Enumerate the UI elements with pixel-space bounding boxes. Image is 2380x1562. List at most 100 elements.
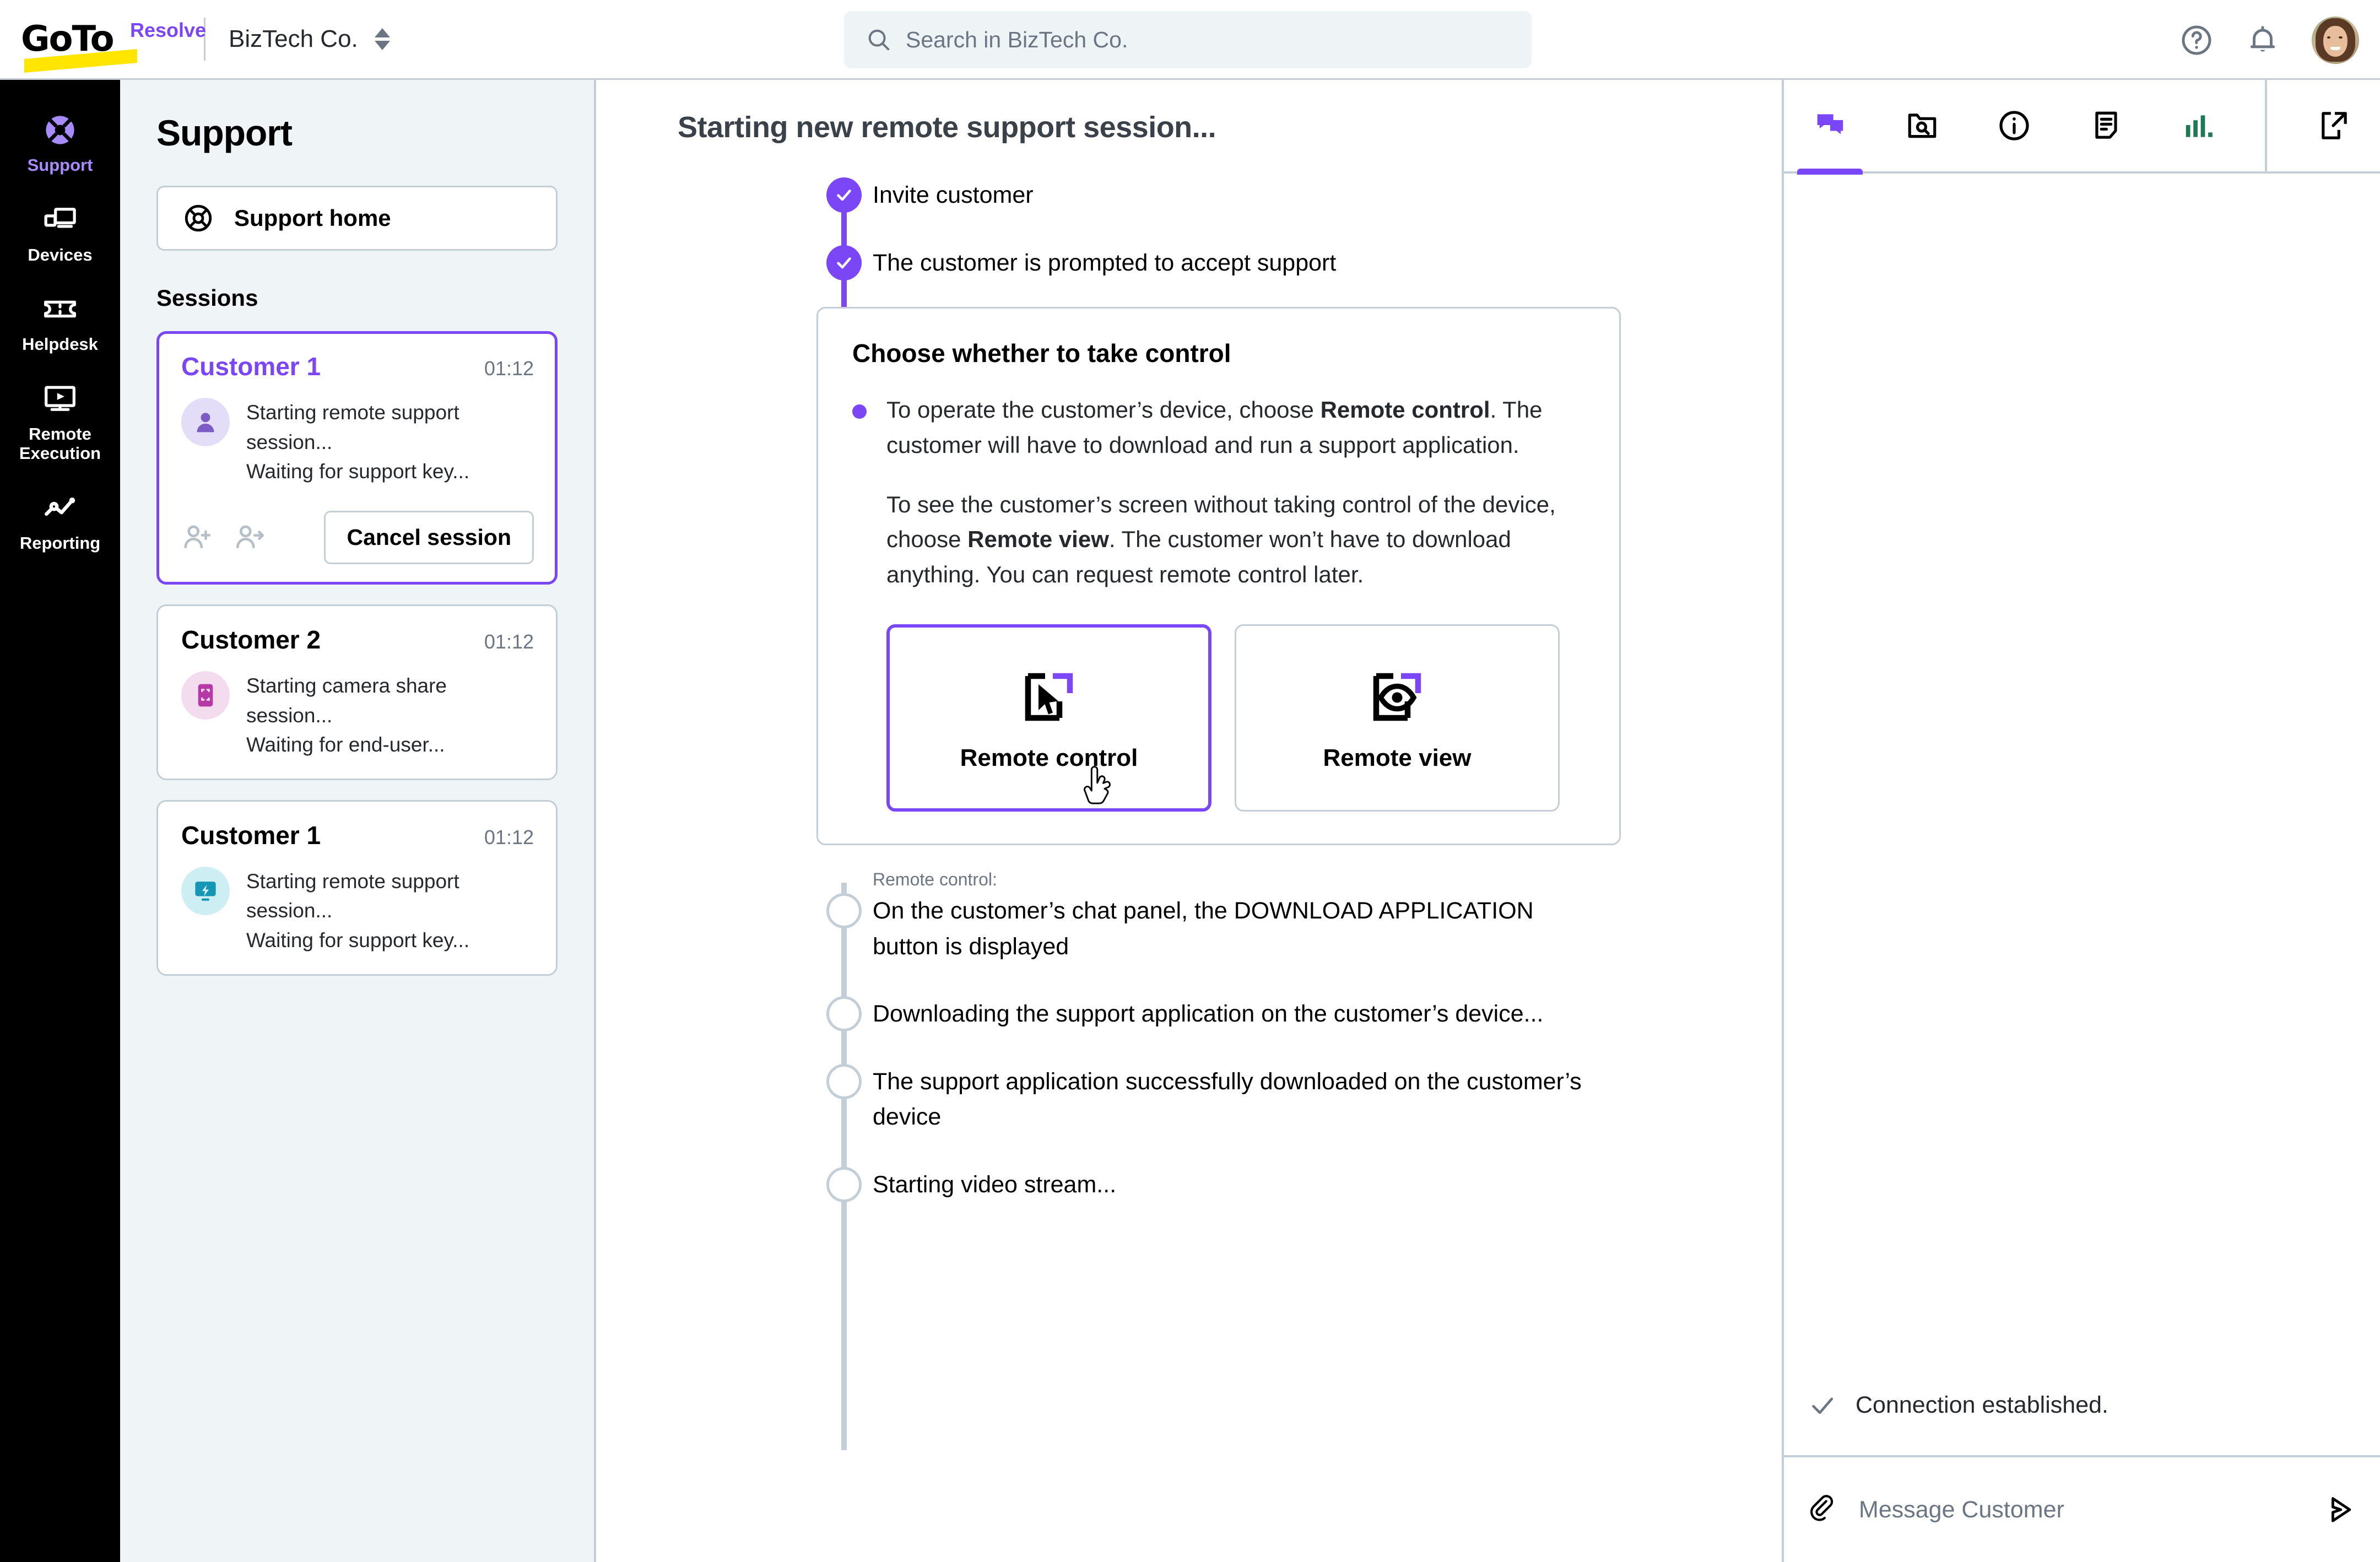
sidebar-item-reporting[interactable]: Reporting xyxy=(0,478,120,567)
timeline-dot-completed xyxy=(826,177,862,213)
timeline-dot-pending xyxy=(826,996,862,1031)
question-circle-icon[interactable] xyxy=(2179,23,2214,57)
logo-goto-text: GoTo xyxy=(21,19,113,60)
chevron-up-icon xyxy=(375,28,390,37)
file-search-icon xyxy=(1905,109,1939,143)
remote-control-option[interactable]: Remote control xyxy=(886,624,1211,812)
session-avatar xyxy=(181,671,230,720)
session-card[interactable]: Customer 1 01:12 Starting remote support… xyxy=(156,800,558,976)
timeline-step-pending: Downloading the support application on t… xyxy=(596,996,1782,1032)
dialog-paragraph-2: To see the customer’s screen without tak… xyxy=(886,487,1585,592)
main-content: Starting new remote support session... I… xyxy=(594,80,1784,1562)
sidebar-item-devices[interactable]: Devices xyxy=(0,190,120,279)
sessions-panel: Support Support home Sessions Customer 1… xyxy=(120,80,594,1562)
sidebar-item-remote-execution[interactable]: Remote Execution xyxy=(0,369,120,477)
session-card-header: Customer 2 01:12 xyxy=(181,625,534,655)
chevron-down-icon xyxy=(375,41,390,50)
message-input[interactable]: Message Customer xyxy=(1859,1496,2304,1523)
session-card-active[interactable]: Customer 1 01:12 Starting remote support… xyxy=(156,331,558,585)
timeline-dot-pending xyxy=(826,1167,862,1202)
topbar-actions xyxy=(2179,0,2359,80)
sidebar-item-label: Reporting xyxy=(20,534,100,553)
chat-message-list: Connection established. xyxy=(1784,174,2380,1457)
avatar-eye-right xyxy=(2339,36,2343,39)
timeline-dot-pending xyxy=(826,1064,862,1099)
support-home-button[interactable]: Support home xyxy=(156,186,558,251)
session-status-line-1: Starting remote support session... xyxy=(246,398,534,457)
tab-files[interactable] xyxy=(1876,79,1968,172)
timeline-step-label: The customer is prompted to accept suppo… xyxy=(873,245,1336,281)
session-status-line-2: Waiting for support key... xyxy=(246,926,534,955)
timeline-step-label: Downloading the support application on t… xyxy=(873,996,1543,1032)
check-icon xyxy=(834,253,854,273)
user-arrow-icon[interactable] xyxy=(234,521,266,553)
timeline-step-label: The support application successfully dow… xyxy=(873,1064,1589,1135)
session-duration: 01:12 xyxy=(484,357,534,380)
tab-notes[interactable] xyxy=(2060,79,2152,172)
connection-status-text: Connection established. xyxy=(1856,1392,2108,1419)
left-nav-rail: Support Devices Helpdesk Remote Executio… xyxy=(0,80,120,1562)
pending-group-label: Remote control: xyxy=(873,869,1782,890)
screen-eye-icon xyxy=(1364,664,1430,730)
session-card[interactable]: Customer 2 01:12 Starting camera share s… xyxy=(156,604,558,780)
remote-view-option[interactable]: Remote view xyxy=(1235,624,1560,812)
session-status-line-2: Waiting for end-user... xyxy=(246,730,534,760)
take-control-dialog: Choose whether to take control To operat… xyxy=(816,307,1621,845)
timeline-step-done: Invite customer xyxy=(596,177,1782,213)
tab-chat[interactable] xyxy=(1784,79,1876,172)
timeline-dot-completed xyxy=(826,245,862,280)
timeline-step-pending: Starting video stream... xyxy=(596,1167,1782,1203)
session-avatar xyxy=(181,398,230,446)
monitor-play-icon xyxy=(42,381,78,417)
pop-out-icon xyxy=(2317,109,2351,143)
timeline-step-pending: On the customer’s chat panel, the DOWNLO… xyxy=(596,893,1782,964)
cancel-session-button[interactable]: Cancel session xyxy=(324,511,534,564)
tab-stats[interactable] xyxy=(2152,79,2244,172)
timeline-step-pending: The support application successfully dow… xyxy=(596,1064,1782,1135)
avatar-eye-left xyxy=(2327,36,2331,39)
dialog-p1-bold: Remote control xyxy=(1321,397,1490,423)
avatar-smile xyxy=(2330,47,2340,50)
avatar[interactable] xyxy=(2312,17,2359,64)
user-plus-icon[interactable] xyxy=(181,521,213,553)
session-status-lines: Starting remote support session... Waiti… xyxy=(246,398,534,487)
goto-resolve-logo[interactable]: GoTo Resolve xyxy=(21,14,197,64)
timeline-step-label: Invite customer xyxy=(873,177,1034,213)
message-composer[interactable]: Message Customer xyxy=(1784,1457,2380,1562)
session-status-line-2: Waiting for support key... xyxy=(246,457,534,487)
paperclip-icon[interactable] xyxy=(1808,1494,1839,1525)
monitor-bolt-icon xyxy=(191,877,220,905)
dialog-title: Choose whether to take control xyxy=(852,338,1585,368)
dialog-p2-bold: Remote view xyxy=(967,526,1109,552)
sidebar-item-label: Devices xyxy=(28,246,92,265)
session-duration: 01:12 xyxy=(484,826,534,849)
session-card-body: Starting camera share session... Waiting… xyxy=(181,671,534,760)
screen-cursor-icon xyxy=(1016,664,1082,730)
sidebar-item-support[interactable]: Support xyxy=(0,100,120,190)
right-panel-tabs xyxy=(1784,80,2380,174)
connection-status: Connection established. xyxy=(1784,1355,2380,1457)
remote-view-label: Remote view xyxy=(1323,744,1472,772)
tab-info[interactable] xyxy=(1968,79,2060,172)
camera-share-icon xyxy=(192,682,219,709)
sidebar-item-helpdesk[interactable]: Helpdesk xyxy=(0,279,120,369)
pop-out-button[interactable] xyxy=(2288,79,2380,172)
session-card-footer: Cancel session xyxy=(181,511,534,564)
dialog-p1-part-a: To operate the customer’s device, choose xyxy=(886,397,1321,423)
session-card-header: Customer 1 01:12 xyxy=(181,352,534,381)
search-input[interactable]: Search in BizTech Co. xyxy=(844,11,1532,68)
person-icon xyxy=(191,408,220,436)
sessions-heading: Sessions xyxy=(156,285,558,311)
chevron-up-down-icon[interactable] xyxy=(375,28,390,50)
session-timeline: Invite customer The customer is prompted… xyxy=(596,177,1782,1241)
dialog-choices: Remote control Remote view xyxy=(852,624,1585,812)
dialog-paragraphs: To operate the customer’s device, choose… xyxy=(886,392,1585,592)
info-circle-icon xyxy=(1997,109,2031,143)
support-home-label: Support home xyxy=(234,205,391,231)
send-icon[interactable] xyxy=(2324,1494,2356,1526)
check-icon xyxy=(834,185,854,205)
bullet-dot-icon xyxy=(852,404,867,419)
timeline-step-label: On the customer’s chat panel, the DOWNLO… xyxy=(873,893,1589,964)
bell-icon[interactable] xyxy=(2246,23,2280,57)
timeline-dot-pending xyxy=(826,893,862,928)
